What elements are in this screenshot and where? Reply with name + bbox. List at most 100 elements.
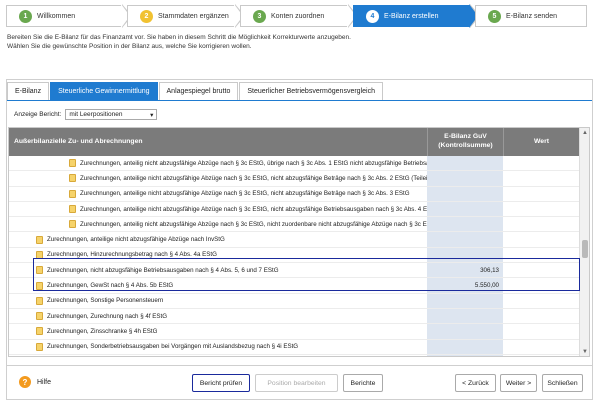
row-ebilanz-value [427, 293, 503, 308]
row-ebilanz-value [427, 217, 503, 232]
step-label: Willkommen [37, 12, 76, 20]
table-row[interactable]: Zurechnungen, anteilig nicht abzugsfähig… [9, 156, 579, 172]
row-ebilanz-value [427, 339, 503, 354]
header-ebilanz-guv-line1: E-Bilanz GuV [444, 133, 487, 140]
document-icon [36, 342, 43, 351]
document-icon [69, 205, 76, 214]
table-row[interactable]: Zurechnungen, Zurechnung nach § 4f EStG [9, 308, 579, 325]
grid-rows: Zurechnungen, anteilig nicht abzugsfähig… [9, 156, 579, 356]
row-label: Zurechnungen, Sonstige Personensteuern [47, 297, 164, 305]
document-icon [69, 174, 76, 183]
step-number-badge: 3 [253, 9, 266, 23]
step-number-badge: 2 [140, 9, 153, 23]
row-position-cell: Zurechnungen, anteilig nicht abzugsfähig… [9, 156, 427, 170]
back-button[interactable]: < Zurück [455, 374, 496, 392]
chevron-down-icon: ▾ [150, 111, 154, 119]
row-label: Zurechnungen, anteilige nicht abzugsfähi… [80, 205, 427, 213]
step-label: Konten zuordnen [271, 12, 325, 20]
row-position-cell: Zurechnungen, anteilig nicht abzugsfähig… [9, 217, 427, 231]
report-display-select[interactable]: mit Leerpositionen ▾ [65, 109, 158, 120]
row-position-cell: Zurechnungen, anteilige nicht abzugsfähi… [9, 202, 427, 216]
table-row[interactable]: Zurechnungen, anteilig nicht abzugsfähig… [9, 217, 579, 233]
row-wert-cell[interactable] [503, 202, 579, 216]
row-position-cell: Zurechnungen, Sonderbetriebsausgaben bei… [9, 340, 427, 354]
wizard-step-4[interactable]: 4 E-Bilanz erstellen [353, 5, 470, 27]
wizard-steps: 1 Willkommen 2 Stammdaten ergänzen 3 Konten z… [6, 4, 594, 28]
report-display-label: Anzeige Bericht: [14, 111, 62, 118]
table-row[interactable]: Zurechnungen, Sonderbetriebsausgaben bei… [9, 339, 579, 355]
table-row[interactable]: Zurechnungen, Zinsschranke § 4h EStG [9, 324, 579, 340]
table-row[interactable]: Zurechnungen, Sonstige Personensteuern [9, 293, 579, 309]
step-number-badge: 4 [366, 9, 379, 23]
row-position-cell: Zurechnungen, Sonstige Personensteuern [9, 294, 427, 308]
row-label: Zurechnungen, anteilige nicht abzugsfähi… [47, 236, 225, 244]
row-ebilanz-value [427, 354, 503, 356]
tab-anlagespiegel-brutto[interactable]: Anlagespiegel brutto [158, 82, 239, 100]
step-label: E-Bilanz senden [506, 12, 557, 20]
report-display-filter: Anzeige Bericht: mit Leerpositionen ▾ [14, 109, 158, 120]
position-bearbeiten-button[interactable]: Position bearbeiten [255, 374, 338, 392]
row-wert-cell[interactable] [503, 340, 579, 354]
row-position-cell [9, 355, 427, 356]
close-button[interactable]: Schließen [542, 374, 583, 392]
scroll-down-icon[interactable]: ▼ [580, 347, 589, 356]
intro-line-1: Bereiten Sie die E-Bilanz für das Finanz… [7, 34, 351, 41]
table-row[interactable]: Zurechnungen, anteilige nicht abzugsfähi… [9, 171, 579, 187]
tab-e-bilanz[interactable]: E-Bilanz [7, 82, 50, 100]
row-wert-cell[interactable] [503, 355, 579, 356]
scroll-up-icon[interactable]: ▲ [580, 128, 589, 138]
wizard-step-5[interactable]: 5 E-Bilanz senden [475, 5, 587, 27]
row-ebilanz-value [427, 156, 503, 171]
document-icon [36, 312, 43, 321]
tab-steuerliche-gewinnermittlung[interactable]: Steuerliche Gewinnermittlung [50, 82, 158, 100]
row-ebilanz-value [427, 308, 503, 324]
row-wert-cell[interactable] [503, 171, 579, 185]
table-row[interactable]: Zurechnungen, anteilige nicht abzugsfähi… [9, 186, 579, 202]
row-label: Zurechnungen, anteilige nicht abzugsfähi… [80, 174, 427, 182]
wizard-step-1[interactable]: 1 Willkommen [6, 5, 122, 27]
selection-highlight [33, 258, 580, 291]
header-position: Außerbilanzielle Zu- und Abrechnungen [14, 138, 143, 145]
scroll-thumb[interactable] [582, 240, 588, 258]
wizard-step-3[interactable]: 3 Konten zuordnen [240, 5, 348, 27]
row-label: Zurechnungen, Sonderbetriebsausgaben bei… [47, 343, 299, 351]
report-tabs: E-Bilanz Steuerliche Gewinnermittlung An… [7, 82, 384, 100]
step-number-badge: 5 [488, 9, 501, 23]
table-row[interactable]: Zurechnungen, anteilige nicht abzugsfähi… [9, 201, 579, 218]
row-wert-cell[interactable] [503, 217, 579, 231]
grid-header: Außerbilanzielle Zu- und Abrechnungen E-… [9, 128, 579, 156]
row-wert-cell[interactable] [503, 187, 579, 201]
row-ebilanz-value [427, 232, 503, 247]
step-label: E-Bilanz erstellen [384, 12, 439, 20]
row-label: Zurechnungen, anteilige nicht abzugsfähi… [80, 190, 410, 198]
row-label: Zurechnungen, anteilig nicht abzugsfähig… [80, 159, 427, 167]
vertical-scrollbar[interactable]: ▲ ▼ [579, 128, 589, 356]
bericht-pruefen-button[interactable]: Bericht prüfen [192, 374, 250, 392]
tab-underline [7, 100, 592, 101]
intro-text: Bereiten Sie die E-Bilanz für das Finanz… [7, 34, 592, 51]
row-position-cell: Zurechnungen, anteilige nicht abzugsfähi… [9, 232, 427, 246]
header-ebilanz-guv: E-Bilanz GuV (Kontrollsumme) [427, 128, 503, 156]
document-icon [69, 220, 76, 229]
document-icon [36, 327, 43, 336]
header-ebilanz-guv-line2: (Kontrollsumme) [438, 142, 493, 149]
row-wert-cell[interactable] [503, 294, 579, 308]
tab-betriebsvermoegensvergleich[interactable]: Steuerlicher Betriebsvermögensvergleich [239, 82, 383, 100]
table-row[interactable]: Zurechnungen, anteilige nicht abzugsfähi… [9, 232, 579, 248]
report-grid: Außerbilanzielle Zu- und Abrechnungen E-… [8, 127, 590, 357]
row-wert-cell[interactable] [503, 232, 579, 246]
wizard-step-2[interactable]: 2 Stammdaten ergänzen [127, 5, 235, 27]
document-icon [36, 235, 43, 244]
step-label: Stammdaten ergänzen [158, 12, 229, 20]
row-wert-cell[interactable] [503, 156, 579, 170]
row-wert-cell[interactable] [503, 324, 579, 338]
row-wert-cell[interactable] [503, 309, 579, 323]
help-link[interactable]: ? Hilfe [19, 376, 51, 388]
row-label: Zurechnungen, anteilig nicht abzugsfähig… [80, 220, 427, 228]
row-ebilanz-value [427, 324, 503, 339]
row-position-cell: Zurechnungen, anteilige nicht abzugsfähi… [9, 187, 427, 201]
table-row[interactable] [9, 354, 579, 356]
row-ebilanz-value [427, 171, 503, 186]
next-button[interactable]: Weiter > [500, 374, 537, 392]
berichte-button[interactable]: Berichte [343, 374, 383, 392]
